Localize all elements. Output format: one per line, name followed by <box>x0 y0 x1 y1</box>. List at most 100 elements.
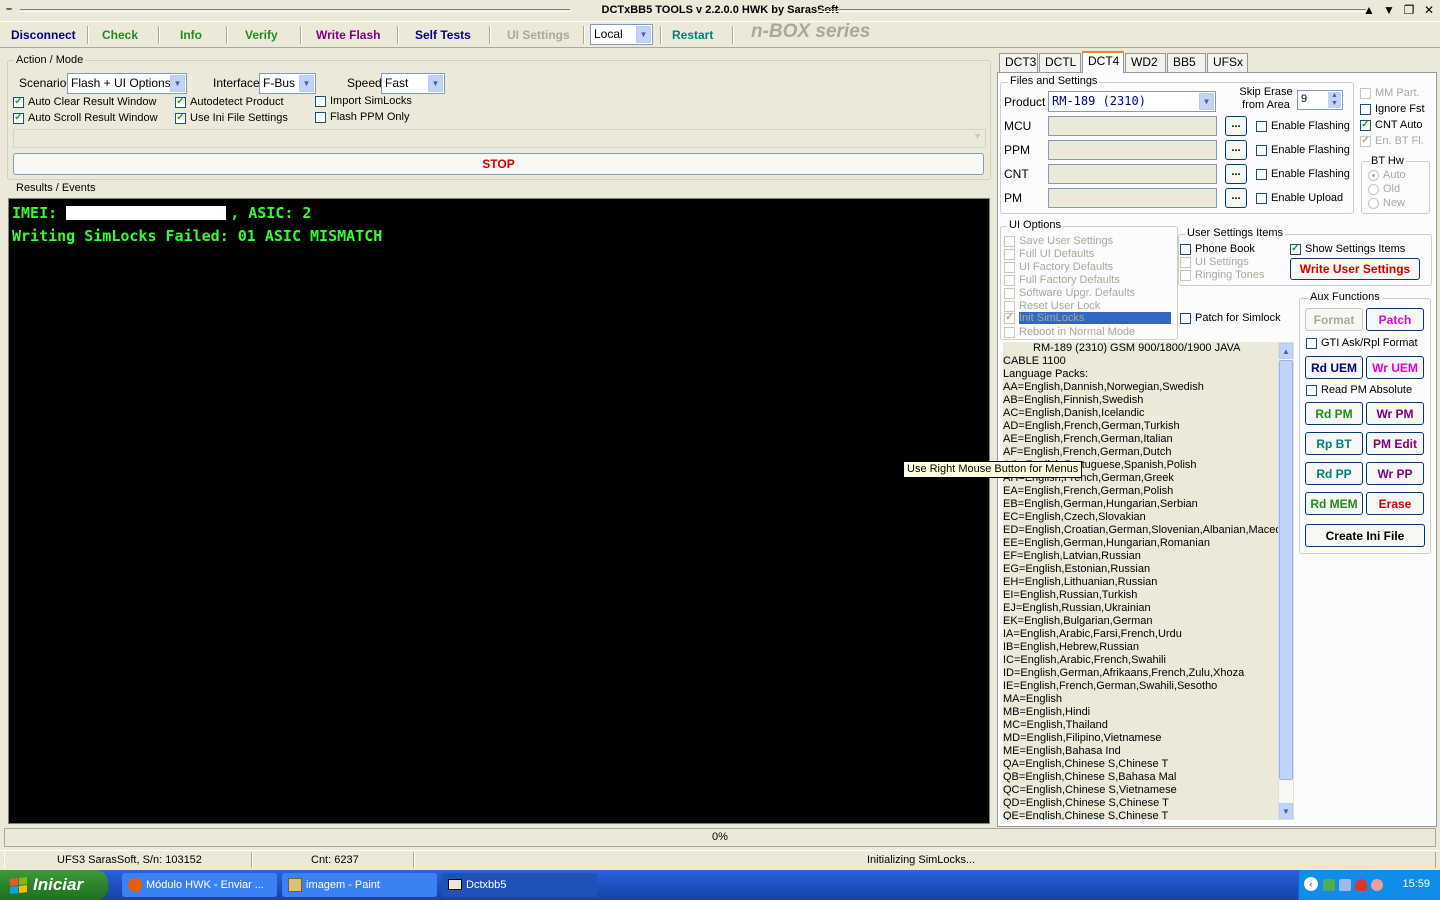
pm-edit-button[interactable]: PM Edit <box>1366 432 1424 455</box>
ui-factory-defaults-checkbox[interactable]: UI Factory Defaults <box>1004 261 1113 273</box>
ui-settings-button[interactable]: UI Settings <box>507 27 570 43</box>
tab-ufsx[interactable]: UFSx <box>1207 53 1248 72</box>
autodetect-checkbox[interactable]: ✓ Autodetect Product <box>175 96 284 108</box>
scroll-up-caret-icon[interactable]: ▲ <box>1362 3 1376 17</box>
scenario-select[interactable]: Flash + UI Options ▼ <box>67 73 187 94</box>
patch-button[interactable]: Patch <box>1366 308 1424 331</box>
ppm-field[interactable] <box>1048 140 1217 160</box>
ignore-fst-checkbox[interactable]: Ignore Fst <box>1360 103 1425 115</box>
pm-enable-upload-checkbox[interactable]: Enable Upload <box>1256 192 1343 204</box>
scroll-up-icon[interactable]: ▲ <box>1279 343 1293 359</box>
info-list-item: QC=English,Chinese S,Vietnamese <box>1003 784 1177 796</box>
wr-pm-button[interactable]: Wr PM <box>1366 402 1424 425</box>
write-flash-button[interactable]: Write Flash <box>316 27 380 43</box>
flash-ppm-checkbox[interactable]: Flash PPM Only <box>315 111 409 123</box>
gti-ask-rpl-format-checkbox[interactable]: GTI Ask/Rpl Format <box>1306 337 1418 349</box>
ppm-browse-button[interactable]: ... <box>1225 140 1247 160</box>
task-dctxbb5[interactable]: Dctxbb5 <box>442 873 597 897</box>
info-button[interactable]: Info <box>180 27 202 43</box>
software-upgr-defaults-checkbox[interactable]: Software Upgr. Defaults <box>1004 287 1135 299</box>
auto-scroll-checkbox[interactable]: ✓ Auto Scroll Result Window <box>13 112 158 124</box>
user-ui-settings-checkbox[interactable]: UI Settings <box>1180 256 1249 268</box>
en-bt-fl-checkbox[interactable]: ✓ En. BT Fl. <box>1360 135 1424 147</box>
task-paint[interactable]: imagem - Paint <box>282 873 437 897</box>
speed-select[interactable]: Fast ▼ <box>381 73 445 94</box>
connection-select[interactable]: Local ▼ <box>590 24 653 45</box>
create-ini-file-button[interactable]: Create Ini File <box>1305 524 1425 547</box>
info-list-scrollbar[interactable]: ▲ ▼ <box>1278 342 1294 820</box>
write-user-settings-button[interactable]: Write User Settings <box>1290 258 1420 280</box>
auto-clear-checkbox[interactable]: ✓ Auto Clear Result Window <box>13 96 156 108</box>
interface-select[interactable]: F-Bus ▼ <box>259 73 316 94</box>
self-tests-button[interactable]: Self Tests <box>415 27 471 43</box>
tab-bb5[interactable]: BB5 <box>1167 53 1206 72</box>
info-list-item: ID=English,German,Afrikaans,French,Zulu,… <box>1003 667 1245 679</box>
show-settings-items-checkbox[interactable]: ✓ Show Settings Items <box>1290 243 1405 255</box>
bt-hw-old-radio[interactable]: Old <box>1368 183 1400 195</box>
tray-monitor-icon[interactable] <box>1339 879 1351 891</box>
import-simlocks-checkbox[interactable]: Import SimLocks <box>315 95 412 107</box>
clock[interactable]: 15:59 <box>1402 878 1430 890</box>
reboot-normal-mode-checkbox[interactable]: Reboot in Normal Mode <box>1004 326 1135 338</box>
info-list-item: EA=English,French,German,Polish <box>1003 485 1174 497</box>
info-list-item: IA=English,Arabic,Farsi,French,Urdu <box>1003 628 1182 640</box>
pm-browse-button[interactable]: ... <box>1225 188 1247 208</box>
mm-part-checkbox[interactable]: MM Part. <box>1360 87 1420 99</box>
tray-app-icon[interactable] <box>1371 879 1383 891</box>
init-simlocks-checkbox[interactable]: ✓ Init SimLocks <box>1004 312 1171 324</box>
erase-button[interactable]: Erase <box>1366 492 1424 515</box>
rd-pm-button[interactable]: Rd PM <box>1305 402 1363 425</box>
format-button[interactable]: Format <box>1305 308 1363 331</box>
skip-erase-spinner[interactable]: 9 ▲ ▼ <box>1297 90 1343 110</box>
product-info-list[interactable]: RM-189 (2310) GSM 900/1800/1900 JAVA CABL… <box>1003 342 1279 820</box>
mcu-enable-flashing-checkbox[interactable]: Enable Flashing <box>1256 120 1350 132</box>
cnt-field[interactable] <box>1048 164 1217 184</box>
ringing-tones-checkbox[interactable]: Ringing Tones <box>1180 269 1265 281</box>
rd-uem-button[interactable]: Rd UEM <box>1305 356 1363 379</box>
wr-pp-button[interactable]: Wr PP <box>1366 462 1424 485</box>
cnt-browse-button[interactable]: ... <box>1225 164 1247 184</box>
rd-pp-button[interactable]: Rd PP <box>1305 462 1363 485</box>
patch-for-simlock-checkbox[interactable]: Patch for Simlock <box>1180 312 1281 324</box>
tab-dctl[interactable]: DCTL <box>1039 53 1081 72</box>
task-browser[interactable]: Módulo HWK - Enviar ... <box>122 873 277 897</box>
scroll-down-caret-icon[interactable]: ▼ <box>1382 3 1396 17</box>
restart-button[interactable]: Restart <box>672 27 713 43</box>
scroll-down-icon[interactable]: ▼ <box>1279 803 1293 819</box>
read-pm-absolute-checkbox[interactable]: Read PM Absolute <box>1306 384 1412 396</box>
rd-mem-button[interactable]: Rd MEM <box>1305 492 1363 515</box>
ppm-enable-flashing-checkbox[interactable]: Enable Flashing <box>1256 144 1350 156</box>
pm-field[interactable] <box>1048 188 1217 208</box>
spinner-arrows-icon[interactable]: ▲ ▼ <box>1328 92 1341 108</box>
cnt-auto-checkbox[interactable]: ✓ CNT Auto <box>1360 119 1423 131</box>
mcu-browse-button[interactable]: ... <box>1225 116 1247 136</box>
save-user-settings-checkbox[interactable]: Save User Settings <box>1004 235 1113 247</box>
bt-hw-new-radio[interactable]: New <box>1368 197 1405 209</box>
tray-network-icon[interactable] <box>1323 879 1335 891</box>
product-select[interactable]: RM-189 (2310) ▼ <box>1048 91 1216 112</box>
status-bar: UFS3 SarasSoft, S/n: 103152 Cnt: 6237 In… <box>0 850 1440 868</box>
phone-book-checkbox[interactable]: Phone Book <box>1180 243 1255 255</box>
bt-hw-auto-radio[interactable]: Auto <box>1368 169 1406 181</box>
full-ui-defaults-checkbox[interactable]: Full UI Defaults <box>1004 248 1094 260</box>
tray-security-icon[interactable] <box>1355 879 1367 891</box>
rp-bt-button[interactable]: Rp BT <box>1305 432 1363 455</box>
tab-wd2[interactable]: WD2 <box>1125 53 1166 72</box>
reset-user-lock-checkbox[interactable]: Reset User Lock <box>1004 300 1100 312</box>
wr-uem-button[interactable]: Wr UEM <box>1366 356 1424 379</box>
tab-dct3[interactable]: DCT3 <box>999 53 1038 72</box>
cnt-enable-flashing-checkbox[interactable]: Enable Flashing <box>1256 168 1350 180</box>
disconnect-button[interactable]: Disconnect <box>11 27 76 43</box>
mcu-field[interactable] <box>1048 116 1217 136</box>
stop-button[interactable]: STOP <box>13 153 984 175</box>
check-button[interactable]: Check <box>102 27 138 43</box>
start-button[interactable]: Iniciar <box>0 870 108 900</box>
use-ini-checkbox[interactable]: ✓ Use Ini File Settings <box>175 112 288 124</box>
full-factory-defaults-checkbox[interactable]: Full Factory Defaults <box>1004 274 1120 286</box>
tray-expand-icon[interactable]: ‹ <box>1304 877 1318 891</box>
close-icon[interactable]: ✕ <box>1422 3 1436 17</box>
tab-dct4[interactable]: DCT4 <box>1082 51 1124 73</box>
verify-button[interactable]: Verify <box>245 27 278 43</box>
restore-icon[interactable]: ❐ <box>1402 3 1416 17</box>
scroll-thumb[interactable] <box>1279 360 1293 780</box>
